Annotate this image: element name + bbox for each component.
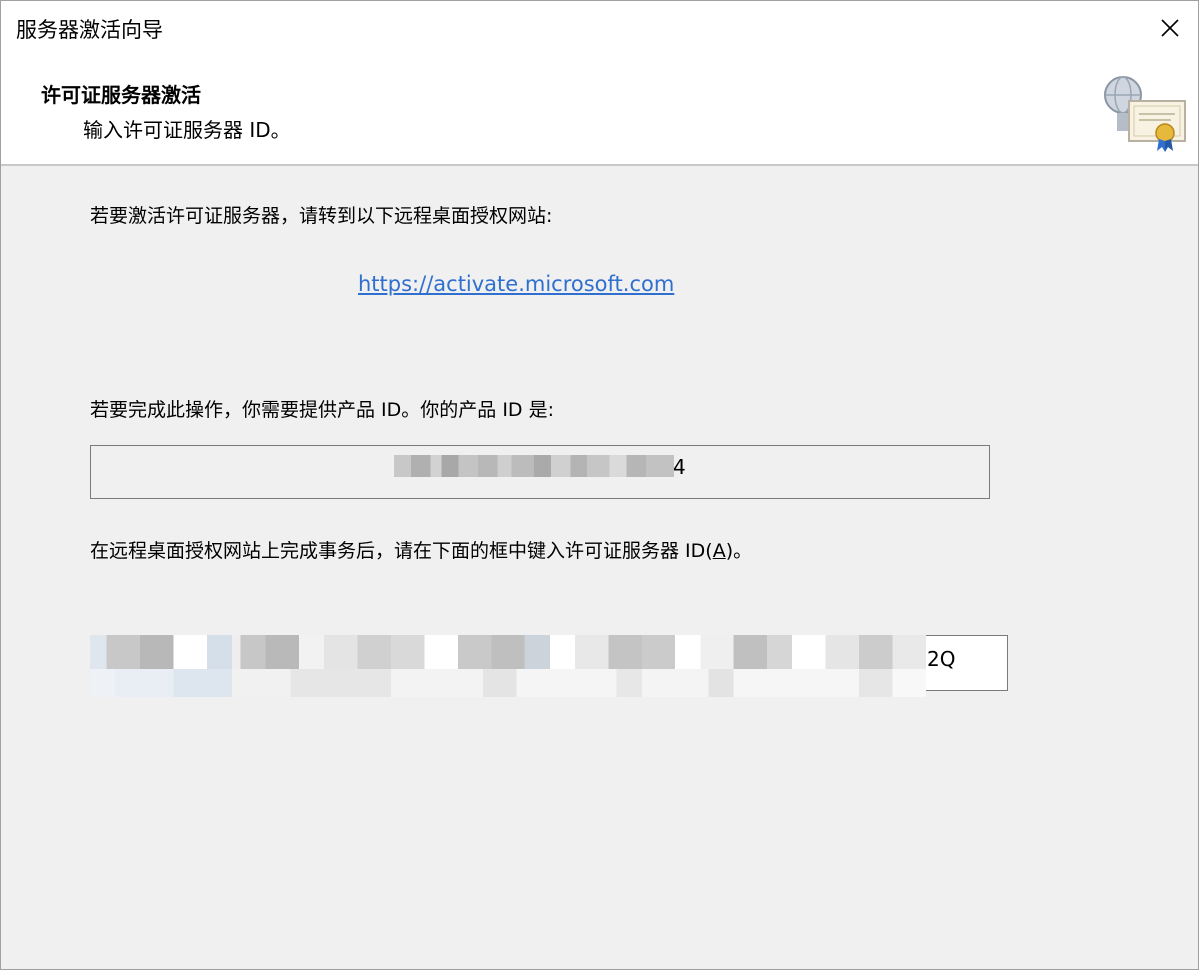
server-id-instruction-prefix: 在远程桌面授权网站上完成事务后，请在下面的框中键入许可证服务器 ID( [90, 540, 713, 562]
server-id-instruction-suffix: )。 [725, 540, 753, 562]
server-id-visible-suffix: 2Q [927, 647, 956, 671]
server-id-instruction: 在远程桌面授权网站上完成事务后，请在下面的框中键入许可证服务器 ID(A)。 [90, 536, 752, 563]
close-button[interactable] [1140, 1, 1198, 55]
activation-instruction: 若要激活许可证服务器，请转到以下远程桌面授权网站: [90, 205, 553, 227]
close-icon [1161, 19, 1179, 37]
wizard-header: 许可证服务器激活 输入许可证服务器 ID。 [1, 59, 1198, 166]
activation-wizard-window: 服务器激活向导 许可证服务器激活 输入许可证服务器 ID。 若要激活许可证服务器… [0, 0, 1199, 970]
header-subtitle: 输入许可证服务器 ID。 [83, 118, 291, 142]
product-id-redacted [394, 455, 674, 477]
title-bar: 服务器激活向导 [1, 1, 1198, 59]
server-id-redacted [90, 635, 926, 697]
accelerator-key: A [712, 540, 726, 562]
product-id-visible-suffix: 4 [673, 455, 686, 479]
header-title: 许可证服务器激活 [41, 83, 201, 107]
product-id-instruction: 若要完成此操作，你需要提供产品 ID。你的产品 ID 是: [90, 399, 554, 421]
certificate-server-icon [1104, 76, 1186, 152]
activation-website-link[interactable]: https://activate.microsoft.com [358, 272, 674, 296]
window-title: 服务器激活向导 [16, 18, 163, 42]
